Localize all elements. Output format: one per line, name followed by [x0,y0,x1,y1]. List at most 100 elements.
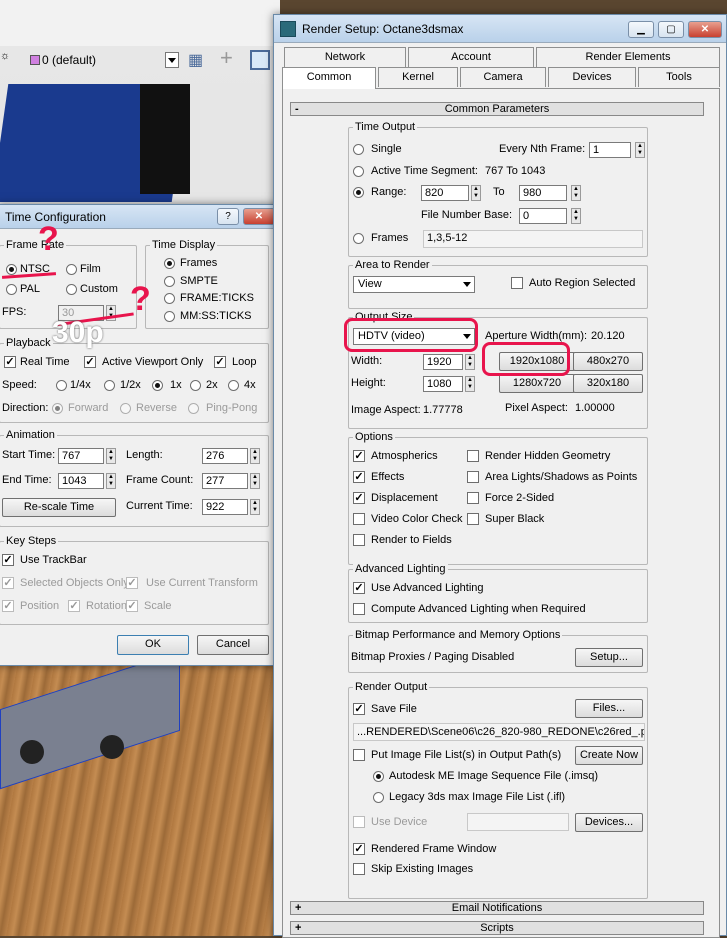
range-to-spinner[interactable]: ▲ ▼ [571,185,581,201]
frame-count-input[interactable]: 277 [202,473,248,489]
tab-tools[interactable]: Tools [638,67,720,87]
close-button[interactable]: ✕ [688,21,722,38]
email-notifications-rollout[interactable]: + Email Notifications [290,901,704,915]
frame-ticks-radio[interactable] [164,293,175,304]
devices-button[interactable]: Devices... [575,813,643,832]
tab-account[interactable]: Account [408,47,534,67]
start-time-input[interactable]: 767 [58,448,104,464]
length-input[interactable]: 276 [202,448,248,464]
active-segment-radio[interactable] [353,166,364,177]
start-time-spinner[interactable]: ▲ ▼ [106,448,116,464]
direction-reverse-radio[interactable] [120,403,131,414]
direction-pingpong-radio[interactable] [188,403,199,414]
file-number-base-input[interactable]: 0 [519,208,567,224]
files-button[interactable]: Files... [575,699,643,718]
freeze-icon[interactable]: ☼ [0,50,10,64]
preset-320x180-button[interactable]: 320x180 [573,374,643,393]
film-radio[interactable] [66,264,77,275]
end-time-input[interactable]: 1043 [58,473,104,489]
preset-480x270-button[interactable]: 480x270 [573,352,643,371]
range-from-spinner[interactable]: ▲ ▼ [471,185,481,201]
frame-count-spinner[interactable]: ▲ ▼ [250,473,260,489]
range-from-input[interactable]: 820 [421,185,469,201]
area-lights-checkbox[interactable] [467,471,479,483]
maximize-button[interactable]: ▢ [658,21,684,38]
preset-1280x720-button[interactable]: 1280x720 [499,374,575,393]
scale-checkbox[interactable]: ✓ [126,600,138,612]
end-time-spinner[interactable]: ▲ ▼ [106,473,116,489]
direction-forward-radio[interactable] [52,403,63,414]
tab-camera[interactable]: Camera [460,67,546,87]
tab-render-elements[interactable]: Render Elements [536,47,720,67]
height-spinner[interactable]: ▲ ▼ [465,376,475,392]
frames-radio[interactable] [164,258,175,269]
position-checkbox[interactable]: ✓ [2,600,14,612]
atmospherics-checkbox[interactable]: ✓ [353,450,365,462]
single-radio[interactable] [353,144,364,155]
width-input[interactable]: 1920 [423,354,463,370]
render-hidden-checkbox[interactable] [467,450,479,462]
custom-radio[interactable] [66,284,77,295]
super-black-checkbox[interactable] [467,513,479,525]
current-time-spinner[interactable]: ▲ ▼ [250,499,260,515]
speed-half-radio[interactable] [104,380,115,391]
cancel-button[interactable]: Cancel [197,635,269,655]
use-current-transform-checkbox[interactable]: ✓ [126,577,138,589]
create-now-button[interactable]: Create Now [575,746,643,765]
tab-kernel[interactable]: Kernel [378,67,458,87]
compute-advanced-lighting-checkbox[interactable] [353,603,365,615]
use-trackbar-checkbox[interactable]: ✓ [2,554,14,566]
selected-objects-only-checkbox[interactable]: ✓ [2,577,14,589]
ntsc-radio[interactable] [6,264,17,275]
file-number-base-spinner[interactable]: ▲ ▼ [571,208,581,224]
every-nth-input[interactable]: 1 [589,142,631,158]
effects-checkbox[interactable]: ✓ [353,471,365,483]
rotation-checkbox[interactable]: ✓ [68,600,80,612]
speed-2x-radio[interactable] [190,380,201,391]
auto-region-checkbox[interactable] [511,277,523,289]
rendered-frame-window-checkbox[interactable]: ✓ [353,843,365,855]
tab-devices[interactable]: Devices [548,67,636,87]
loop-checkbox[interactable]: ✓ [214,356,226,368]
height-input[interactable]: 1080 [423,376,463,392]
current-time-input[interactable]: 922 [202,499,248,515]
force-2sided-checkbox[interactable] [467,492,479,504]
create-layer-icon[interactable]: + [220,47,240,69]
width-spinner[interactable]: ▲ ▼ [465,354,475,370]
autodesk-seq-radio[interactable] [373,771,384,782]
render-to-fields-checkbox[interactable] [353,534,365,546]
every-nth-spinner[interactable]: ▲ ▼ [635,142,645,158]
use-device-checkbox[interactable] [353,816,365,828]
layer-dropdown-button[interactable] [165,52,179,68]
scripts-rollout[interactable]: + Scripts [290,921,704,935]
help-button[interactable]: ? [217,208,239,225]
area-to-render-select[interactable]: View [353,276,475,293]
minimize-button[interactable]: ▁ [628,21,654,38]
frames-input[interactable]: 1,3,5-12 [423,230,643,248]
range-to-input[interactable]: 980 [519,185,567,201]
put-image-list-checkbox[interactable] [353,749,365,761]
length-spinner[interactable]: ▲ ▼ [250,448,260,464]
use-advanced-lighting-checkbox[interactable]: ✓ [353,582,365,594]
speed-1x-radio[interactable] [152,380,163,391]
common-parameters-rollout[interactable]: - Common Parameters [290,102,704,116]
speed-4x-radio[interactable] [228,380,239,391]
range-radio[interactable] [353,187,364,198]
render-setup-titlebar[interactable]: Render Setup: Octane3dsmax ▁ ▢ ✕ [274,15,726,43]
speed-quarter-radio[interactable] [56,380,67,391]
tab-network[interactable]: Network [284,47,406,67]
pal-radio[interactable] [6,284,17,295]
displacement-checkbox[interactable]: ✓ [353,492,365,504]
frames-radio[interactable] [353,233,364,244]
mm-ss-ticks-radio[interactable] [164,311,175,322]
select-object-icon[interactable] [250,50,270,70]
active-viewport-only-checkbox[interactable]: ✓ [84,356,96,368]
layer-manager-icon[interactable]: ▦ [188,50,208,70]
tab-common[interactable]: Common [282,67,376,89]
real-time-checkbox[interactable]: ✓ [4,356,16,368]
device-field[interactable] [467,813,569,831]
legacy-list-radio[interactable] [373,792,384,803]
video-color-check-checkbox[interactable] [353,513,365,525]
ok-button[interactable]: OK [117,635,189,655]
smpte-radio[interactable] [164,276,175,287]
